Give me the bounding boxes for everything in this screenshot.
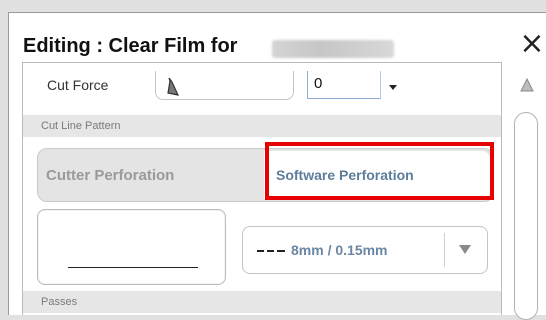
slider-thumb-icon[interactable]	[166, 77, 180, 97]
pattern-value: 8mm / 0.15mm	[291, 242, 388, 258]
section-label: Passes	[41, 296, 78, 308]
cut-force-input[interactable]: 0	[307, 71, 381, 99]
scroll-thumb[interactable]	[514, 112, 538, 320]
cut-line-preview	[37, 209, 226, 285]
scrollbar[interactable]	[510, 62, 540, 320]
cut-force-slider[interactable]	[155, 71, 294, 100]
scroll-up-icon[interactable]	[520, 78, 534, 92]
dropdown-arrow-icon[interactable]	[389, 85, 397, 90]
dashed-line-icon	[257, 250, 285, 252]
perforation-segmented-control: Cutter Perforation Software Perforation	[37, 148, 494, 202]
redacted-title-text	[272, 40, 394, 58]
close-button[interactable]: ×	[518, 29, 546, 59]
section-label: Cut Line Pattern	[41, 120, 121, 132]
software-perforation-option[interactable]: Software Perforation	[264, 151, 490, 199]
preview-line	[68, 267, 198, 268]
pattern-dropdown[interactable]: 8mm / 0.15mm	[242, 226, 488, 274]
passes-header: Passes	[23, 291, 501, 313]
dropdown-arrow-icon[interactable]	[459, 245, 471, 254]
option-label: Cutter Perforation	[46, 167, 175, 184]
dropdown-divider	[444, 233, 445, 267]
cut-line-pattern-header: Cut Line Pattern	[23, 115, 501, 137]
cutter-perforation-option[interactable]: Cutter Perforation	[38, 149, 264, 201]
dialog-title: Editing : Clear Film for	[23, 35, 238, 57]
cut-force-label: Cut Force	[47, 77, 109, 93]
settings-panel: Cut Force 0 Cut Line Pattern Cutter Perf…	[22, 62, 502, 315]
option-label: Software Perforation	[276, 167, 414, 183]
